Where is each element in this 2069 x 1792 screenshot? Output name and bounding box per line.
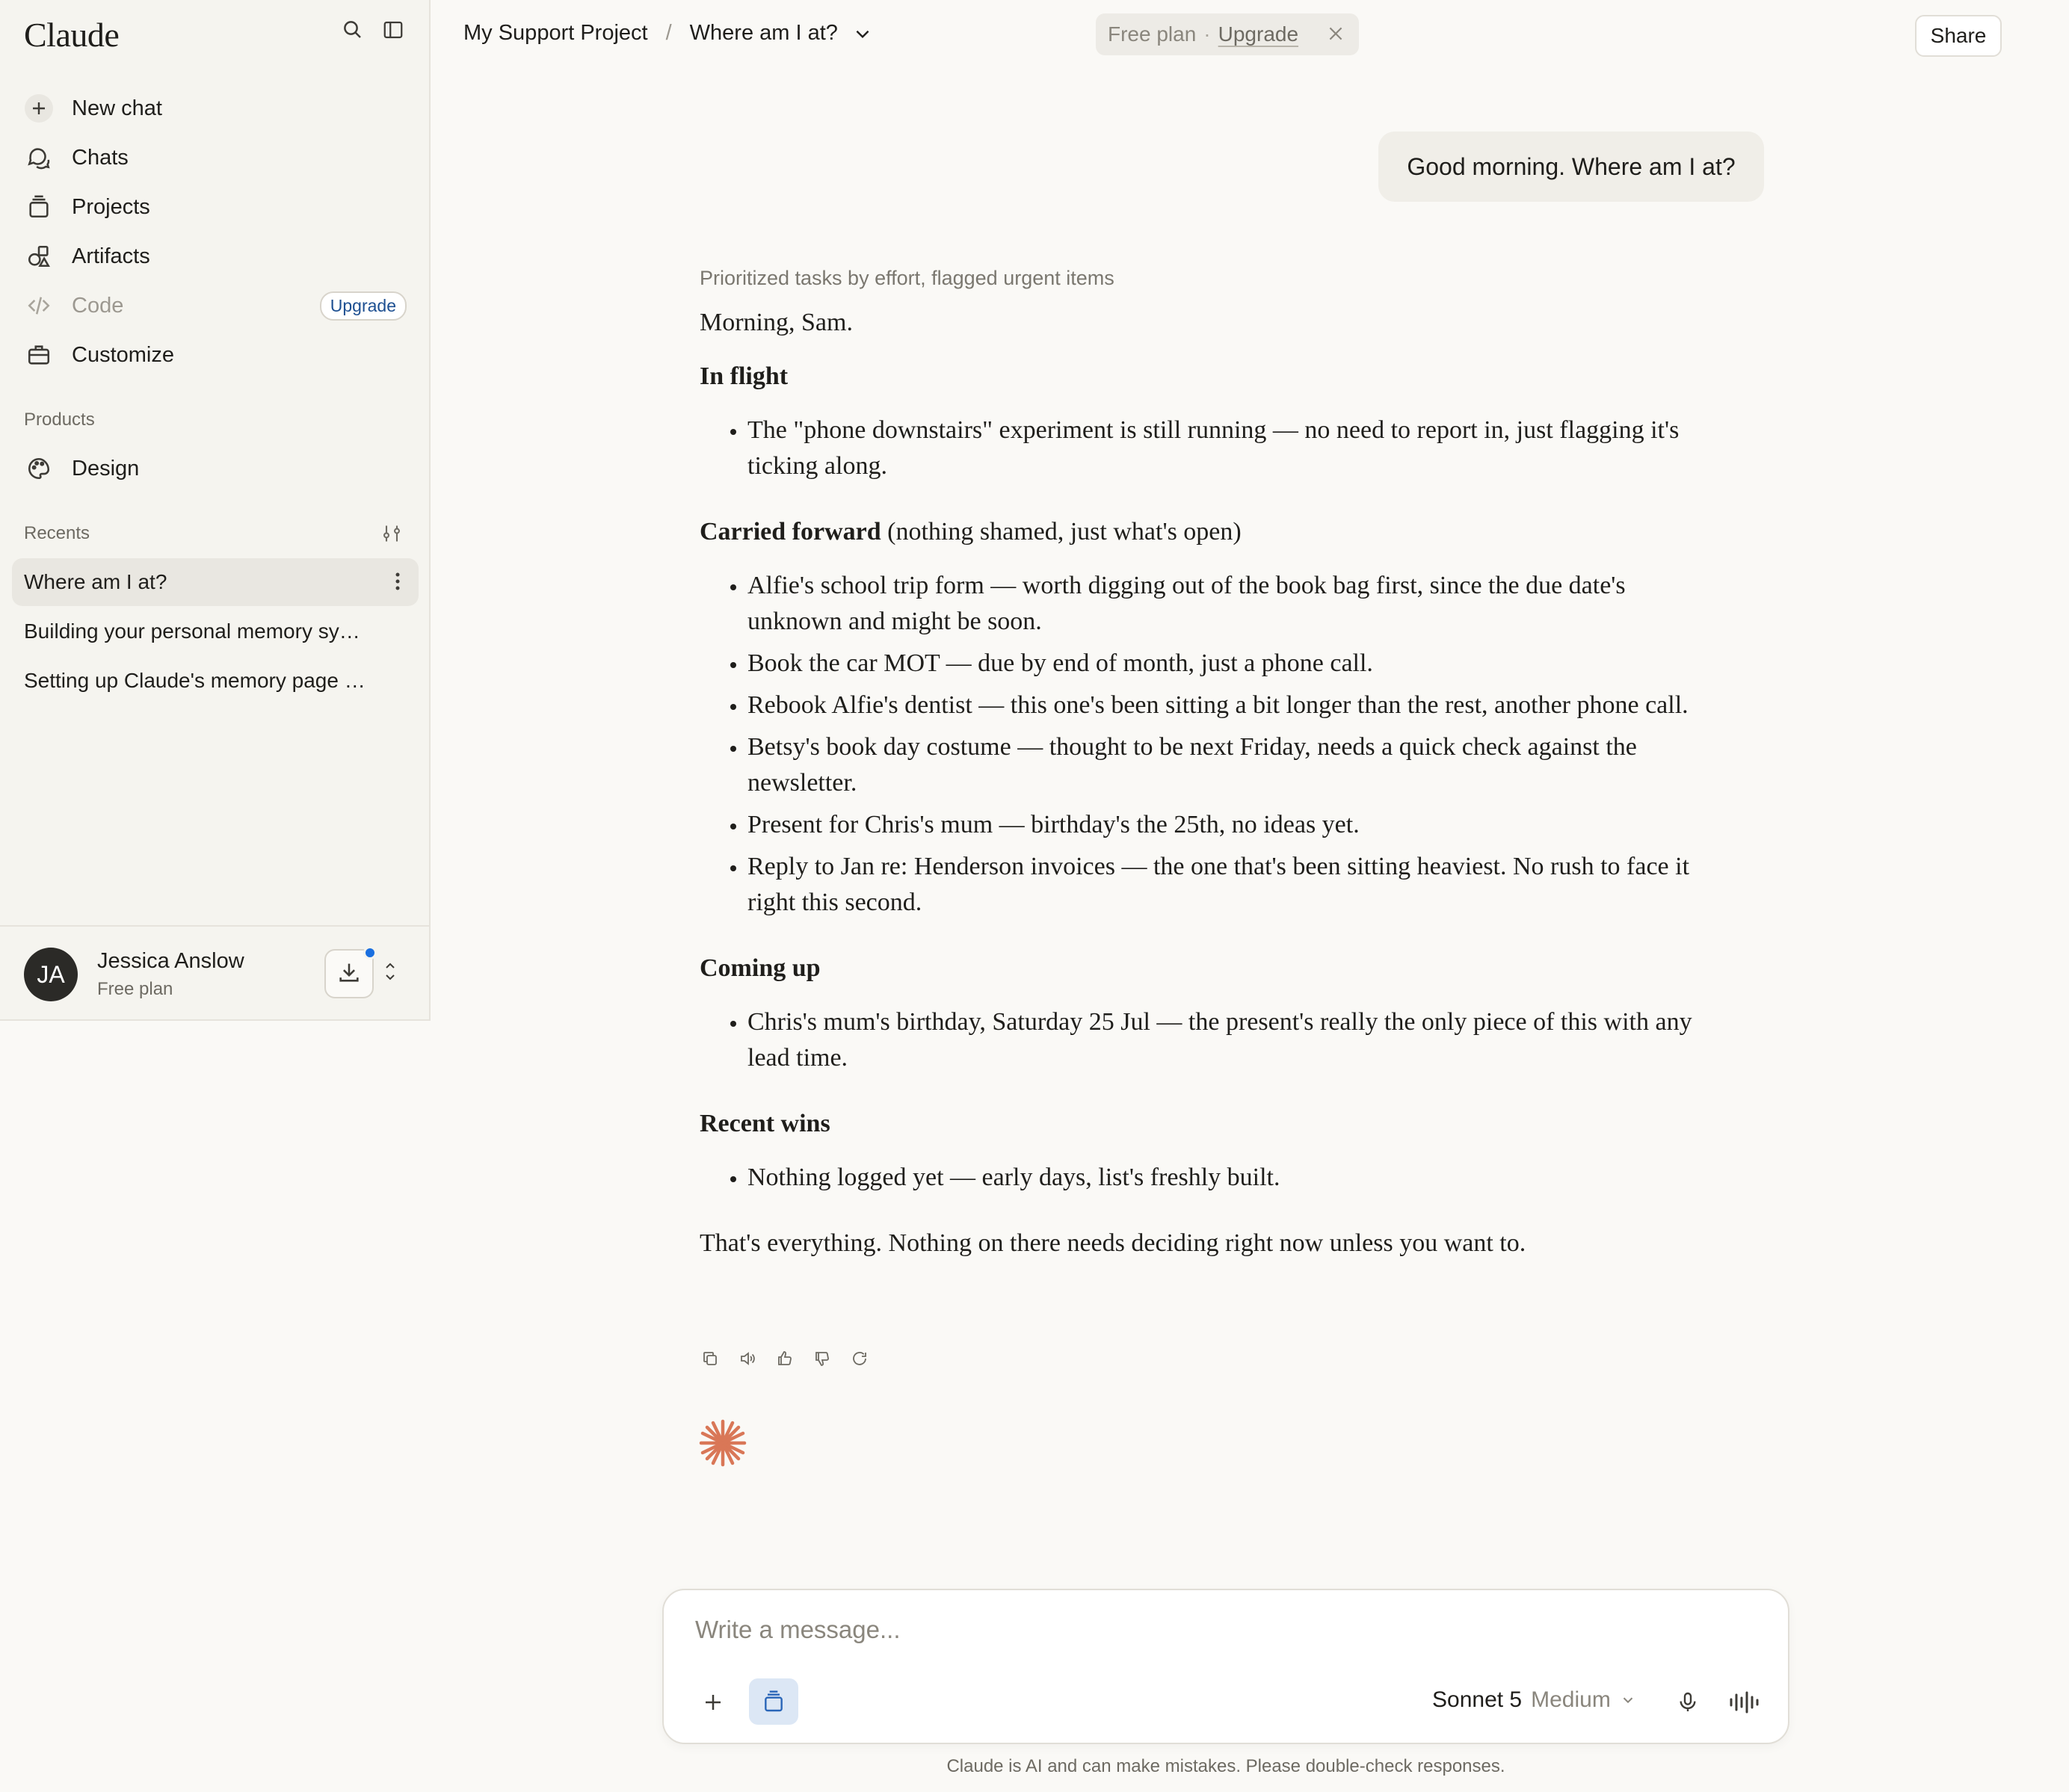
notification-dot (363, 946, 377, 960)
list-item: Rebook Alfie's dentist — this one's been… (747, 688, 1724, 723)
plan-banner-dot: · (1203, 22, 1211, 46)
chats-icon (24, 143, 54, 173)
download-button[interactable] (324, 946, 377, 998)
section-heading: Carried forward (nothing shamed, just wh… (700, 518, 1242, 546)
new-chat-button[interactable]: New chat (12, 84, 419, 133)
search-icon[interactable] (339, 16, 366, 43)
section-heading: Coming up (700, 954, 821, 982)
nav-label: Design (72, 456, 140, 481)
nav-label: Chats (72, 145, 129, 170)
list-item: Nothing logged yet — early days, list's … (747, 1160, 1724, 1196)
section-heading: In flight (700, 362, 789, 390)
more-options-icon[interactable] (395, 572, 401, 596)
user-plan: Free plan (97, 979, 173, 999)
nav-label: Customize (72, 342, 174, 367)
claude-logo[interactable]: Claude (24, 15, 120, 55)
recent-chat-item[interactable]: Building your personal memory sy… (12, 608, 419, 655)
section-note: (nothing shamed, just what's open) (887, 518, 1242, 546)
nav-label: Code (72, 293, 124, 318)
chevron-down-icon[interactable] (853, 24, 872, 43)
list-item: Reply to Jan re: Henderson invoices — th… (747, 849, 1724, 921)
thumbs-down-icon[interactable] (812, 1348, 833, 1369)
disclaimer: Claude is AI and can make mistakes. Plea… (946, 1756, 1505, 1776)
project-context-icon[interactable] (749, 1678, 798, 1725)
greeting: Morning, Sam. (700, 309, 853, 336)
list-item: Betsy's book day costume — thought to be… (747, 729, 1724, 801)
copy-icon[interactable] (700, 1348, 721, 1369)
recent-chat-label: Building your personal memory sy… (24, 620, 360, 643)
section-list: The "phone downstairs" experiment is sti… (747, 413, 1724, 484)
message-actions (700, 1348, 870, 1369)
recents-heading: Recents (24, 523, 90, 543)
plus-icon (24, 93, 54, 123)
recent-chat-label: Where am I at? (24, 570, 167, 593)
closing-text: That's everything. Nothing on there need… (700, 1229, 1526, 1257)
code-icon (24, 291, 54, 321)
voice-mode-icon[interactable] (1725, 1683, 1764, 1722)
user-panel[interactable]: JA Jessica Anslow Free plan (0, 925, 431, 1021)
sidebar-toggle-icon[interactable] (380, 16, 407, 43)
share-button[interactable]: Share (1915, 15, 2002, 57)
project-link[interactable]: My Support Project (463, 21, 648, 46)
thought-summary[interactable]: Prioritized tasks by effort, flagged urg… (700, 266, 1724, 290)
section-list: Chris's mum's birthday, Saturday 25 Jul … (747, 1004, 1724, 1076)
palette-icon (24, 454, 54, 483)
sidebar-item-design[interactable]: Design (12, 444, 419, 493)
thumbs-up-icon[interactable] (774, 1348, 795, 1369)
list-item: Book the car MOT — due by end of month, … (747, 646, 1724, 682)
recent-chat-label: Setting up Claude's memory page … (24, 669, 366, 692)
list-item: Present for Chris's mum — birthday's the… (747, 807, 1724, 843)
list-item: Chris's mum's birthday, Saturday 25 Jul … (747, 1004, 1724, 1076)
plan-banner: Free plan · Upgrade (1096, 13, 1359, 55)
artifacts-icon (24, 241, 54, 271)
effort-level: Medium (1531, 1687, 1611, 1712)
chevron-updown-icon[interactable] (383, 960, 398, 987)
section-list: Nothing logged yet — early days, list's … (747, 1160, 1724, 1196)
message-composer: Sonnet 5 Medium (662, 1589, 1789, 1744)
list-item: Alfie's school trip form — worth digging… (747, 568, 1724, 640)
upgrade-badge[interactable]: Upgrade (319, 291, 407, 321)
nav-label: New chat (72, 96, 162, 120)
sidebar-item-artifacts[interactable]: Artifacts (12, 232, 419, 281)
breadcrumb-separator: / (665, 21, 672, 45)
assistant-response: Prioritized tasks by effort, flagged urg… (700, 266, 1724, 1279)
plan-banner-text: Free plan (1108, 22, 1197, 46)
nav-label: Projects (72, 194, 150, 219)
projects-icon (24, 192, 54, 222)
filter-icon[interactable] (381, 523, 402, 548)
sidebar-item-projects[interactable]: Projects (12, 182, 419, 232)
model-name: Sonnet 5 (1432, 1687, 1523, 1712)
list-item: The "phone downstairs" experiment is sti… (747, 413, 1724, 484)
section-heading: Recent wins (700, 1110, 830, 1137)
chevron-down-icon (1620, 1692, 1636, 1708)
briefcase-icon (24, 340, 54, 370)
read-aloud-icon[interactable] (737, 1348, 758, 1369)
close-icon[interactable] (1326, 24, 1345, 49)
avatar[interactable]: JA (24, 948, 78, 1001)
user-name: Jessica Anslow (97, 949, 244, 973)
upgrade-link[interactable]: Upgrade (1218, 22, 1298, 46)
recent-chat-item[interactable]: Where am I at? (12, 558, 419, 606)
nav-label: Artifacts (72, 244, 150, 268)
claude-spark-icon (698, 1418, 747, 1471)
retry-icon[interactable] (849, 1348, 870, 1369)
microphone-icon[interactable] (1668, 1683, 1707, 1722)
sidebar-item-code[interactable]: Code Upgrade (12, 281, 419, 330)
sidebar-nav: New chat Chats Projects Artifacts Code U… (12, 84, 419, 380)
message-input[interactable] (695, 1611, 1667, 1649)
chat-title[interactable]: Where am I at? (690, 21, 838, 46)
model-selector[interactable]: Sonnet 5 Medium (1432, 1687, 1636, 1713)
sidebar: Claude New chat Chats Projects Artifacts… (0, 0, 431, 1021)
sidebar-item-customize[interactable]: Customize (12, 330, 419, 380)
section-list: Alfie's school trip form — worth digging… (747, 568, 1724, 921)
user-message: Good morning. Where am I at? (1378, 132, 1764, 202)
add-attachment-icon[interactable] (694, 1683, 733, 1722)
recent-chat-item[interactable]: Setting up Claude's memory page … (12, 657, 419, 705)
sidebar-item-chats[interactable]: Chats (12, 133, 419, 182)
products-heading: Products (24, 410, 95, 430)
download-icon (336, 960, 362, 989)
breadcrumb: My Support Project / Where am I at? (463, 21, 872, 46)
